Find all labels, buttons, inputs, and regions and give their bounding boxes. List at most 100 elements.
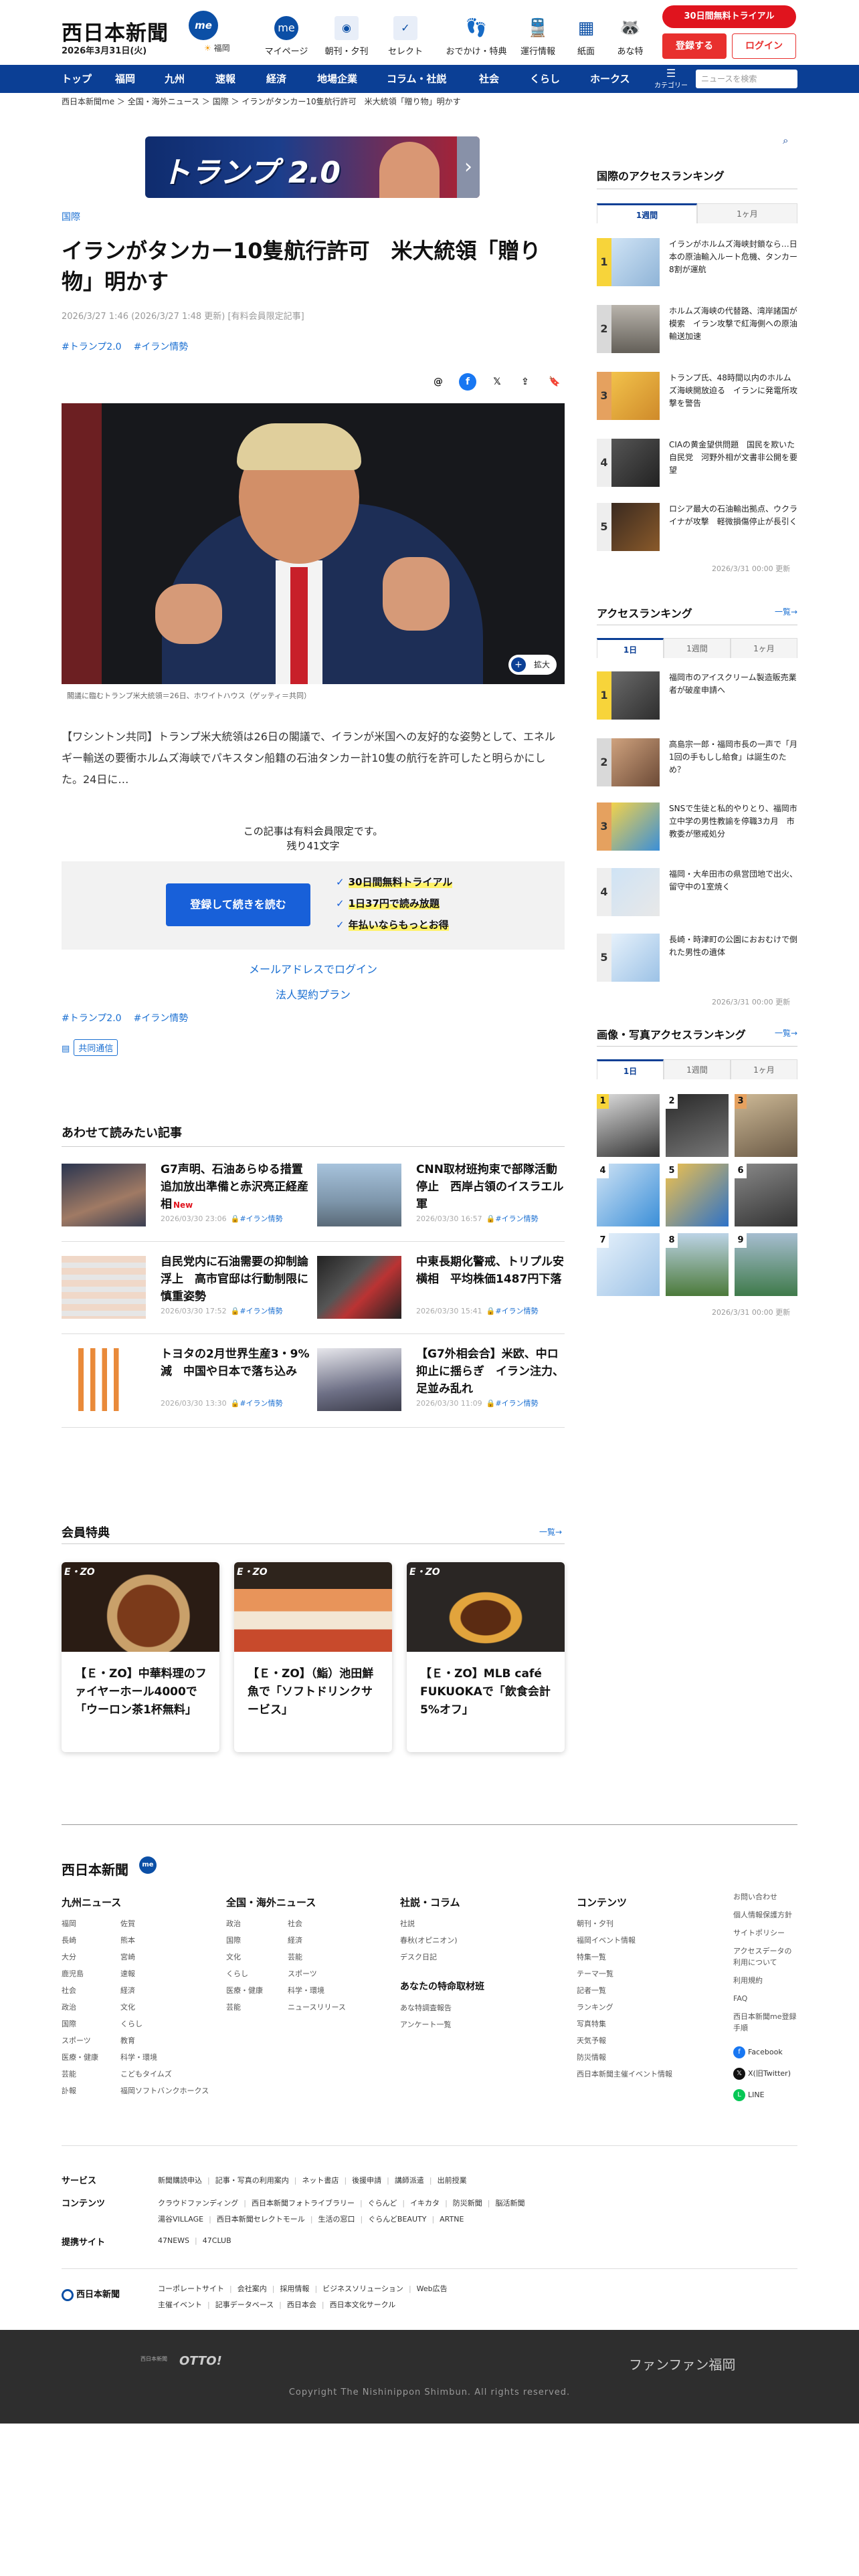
footer-link[interactable]: 講師派遣 xyxy=(395,2176,424,2185)
nav-item-breaking[interactable]: 速報 xyxy=(215,65,235,93)
footer-link[interactable]: 防災情報 xyxy=(577,2049,672,2066)
footer-link[interactable]: デスク日記 xyxy=(400,1949,458,1965)
footer-link[interactable]: 西日本会 xyxy=(287,2300,316,2309)
article-photo[interactable] xyxy=(62,403,565,684)
gallery-item[interactable]: 9 xyxy=(735,1233,797,1296)
gallery-more-link[interactable]: 一覧→ xyxy=(775,1027,797,1039)
footer-link[interactable]: スポーツ xyxy=(288,1965,346,1982)
footer-line-link[interactable]: L LINE xyxy=(733,2089,765,2101)
nav-item-kyushu[interactable]: 九州 xyxy=(165,65,185,93)
nav-item-society[interactable]: 社会 xyxy=(479,65,499,93)
footer-link[interactable]: 科学・環境 xyxy=(288,1982,346,1999)
benefit-card[interactable]: E・ZO 【Ｅ・ZO】MLB café FUKUOKAで「飲食会計5%オフ」 xyxy=(407,1562,565,1752)
footer-link[interactable]: くらし xyxy=(226,1965,263,1982)
footer-link[interactable]: イキカタ xyxy=(410,2199,440,2208)
footer-link[interactable]: Web広告 xyxy=(417,2284,448,2293)
gallery-item[interactable]: 7 xyxy=(597,1233,660,1296)
footer-link[interactable]: 社説 xyxy=(400,1915,458,1932)
nav-anatoku[interactable]: 🦝 あな特 xyxy=(603,16,657,57)
gallery-item[interactable]: 2 xyxy=(666,1094,729,1157)
email-login-link[interactable]: メールアドレスでログイン xyxy=(62,960,565,976)
tab-1week[interactable]: 1週間 xyxy=(664,1059,731,1079)
register-button[interactable]: 登録する xyxy=(662,33,727,59)
footer-link[interactable]: 速報 xyxy=(120,1965,209,1982)
access-more-link[interactable]: 一覧→ xyxy=(775,606,797,617)
funfun-logo[interactable]: ファンファン福岡 xyxy=(629,2354,735,2373)
category-menu-button[interactable]: ☰ カテゴリー xyxy=(654,68,688,90)
nav-item-life[interactable]: くらし xyxy=(530,65,560,93)
footer-link[interactable]: 脳活新聞 xyxy=(496,2199,525,2208)
footer-link[interactable]: クラウドファンディング xyxy=(158,2199,238,2208)
footer-link[interactable]: 芸能 xyxy=(288,1949,346,1965)
nav-newspaper[interactable]: ◉ 朝刊・夕刊 xyxy=(320,16,373,57)
footer-link[interactable]: 宮崎 xyxy=(120,1949,209,1965)
ranking-item[interactable]: 4 福岡・大牟田市の県営団地で出火、留守中の1室焼く xyxy=(597,868,797,926)
footer-link[interactable]: 記者一覧 xyxy=(577,1982,672,1999)
tag-link[interactable]: #イラン情勢 xyxy=(134,342,189,352)
site-logo-badge[interactable]: me xyxy=(189,11,218,40)
breadcrumb[interactable]: 西日本新聞me ＞ 全国・海外ニュース ＞ 国際 ＞ イランがタンカー10隻航行… xyxy=(62,96,461,107)
footer-link[interactable]: アクセスデータの利用について xyxy=(733,1945,797,1968)
footer-link[interactable]: 長崎 xyxy=(62,1932,98,1949)
footer-link[interactable]: サイトポリシー xyxy=(733,1927,797,1939)
tab-1day[interactable]: 1日 xyxy=(597,1059,664,1079)
search-input[interactable]: ニュースを検索 xyxy=(696,70,797,88)
tab-1week[interactable]: 1週間 xyxy=(597,203,697,223)
related-item[interactable]: 中東長期化警戒、トリプル安横相 平均株価1487円下落 2026/03/30 1… xyxy=(317,1249,567,1323)
footer-link[interactable]: ネット書店 xyxy=(302,2176,339,2185)
footer-link[interactable]: 西日本新聞セレクトモール xyxy=(217,2215,305,2224)
zoom-button[interactable]: + 拡大 xyxy=(508,655,557,675)
footer-link[interactable]: 医療・健康 xyxy=(62,2049,98,2066)
nav-item-hawks[interactable]: ホークス xyxy=(590,65,630,93)
footer-link[interactable]: 記事データベース xyxy=(215,2300,274,2309)
footer-link[interactable]: お問い合わせ xyxy=(733,1891,797,1903)
footer-link[interactable]: あな特調査報告 xyxy=(400,2000,452,2016)
gallery-item[interactable]: 6 xyxy=(735,1164,797,1226)
footer-link[interactable]: ビジネスソリューション xyxy=(322,2284,403,2293)
footer-link[interactable]: 47CLUB xyxy=(203,2236,231,2245)
footer-link[interactable]: 採用情報 xyxy=(280,2284,309,2293)
tab-1month[interactable]: 1ヶ月 xyxy=(731,1059,797,1079)
footer-link[interactable]: 個人情報保護方針 xyxy=(733,1909,797,1921)
tag-link[interactable]: #イラン情勢 xyxy=(134,1013,189,1024)
gallery-item[interactable]: 1 xyxy=(597,1094,660,1157)
footer-link[interactable]: テーマ一覧 xyxy=(577,1965,672,1982)
source-badge[interactable]: 共同通信 xyxy=(74,1039,118,1056)
footer-link[interactable]: 政治 xyxy=(226,1915,263,1932)
related-item[interactable]: CNN取材班拘束で部隊活動停止 西岸占領のイスラエル軍 2026/03/30 1… xyxy=(317,1157,567,1230)
related-item[interactable]: G7声明、石油あらゆる措置 追加放出準備と赤沢亮正経産相 New 2026/03/… xyxy=(62,1157,314,1230)
footer-col-kyushu-title[interactable]: 九州ニュース xyxy=(62,1895,121,1909)
banner-arrow-icon[interactable]: › xyxy=(457,136,480,198)
footer-col-column-title[interactable]: 社説・コラム xyxy=(400,1895,460,1909)
footer-link[interactable]: ぐらんど xyxy=(368,2199,397,2208)
footer-facebook-link[interactable]: f Facebook xyxy=(733,2046,783,2058)
footer-link[interactable]: 新聞購読申込 xyxy=(158,2176,202,2185)
footer-link[interactable]: くらし xyxy=(120,2016,209,2032)
ranking-item[interactable]: 5 ロシア最大の石油輸出拠点、ウクライナが攻撃 軽微損傷停止が長引く xyxy=(597,503,797,560)
footer-link[interactable]: アンケート一覧 xyxy=(400,2016,452,2033)
footer-link[interactable]: 生活の窓口 xyxy=(318,2215,355,2224)
trump2-banner[interactable]: トランプ 2.0 › xyxy=(145,136,480,198)
footer-link[interactable]: ARTNE xyxy=(440,2215,464,2224)
nav-mypage[interactable]: me マイページ xyxy=(260,16,313,57)
footer-link[interactable]: 利用規約 xyxy=(733,1975,797,1986)
nav-item-top[interactable]: トップ xyxy=(62,65,92,93)
article-section[interactable]: 国際 xyxy=(62,210,80,223)
footer-link[interactable]: 医療・健康 xyxy=(226,1982,263,1999)
login-button[interactable]: ログイン xyxy=(732,33,796,59)
footer-link[interactable]: 特集一覧 xyxy=(577,1949,672,1965)
nav-train[interactable]: 🚆 運行情報 xyxy=(511,16,565,57)
footer-link[interactable]: 社会 xyxy=(62,1982,98,1999)
ranking-item[interactable]: 2 高島宗一郎・福岡市長の一声で「月1回の手もしし給食」は誕生のため？ xyxy=(597,738,797,796)
footer-link[interactable]: ぐらんどBEAUTY xyxy=(368,2215,426,2224)
gallery-item[interactable]: 3 xyxy=(735,1094,797,1157)
related-item[interactable]: トヨタの2月世界生産3・9%減 中国や日本で落ち込み 2026/03/30 13… xyxy=(62,1341,312,1415)
nav-item-local-business[interactable]: 地場企業 xyxy=(317,65,357,93)
footer-link[interactable]: 西日本新聞me登録手順 xyxy=(733,2011,797,2034)
footer-anatoku-title[interactable]: あなたの特命取材班 xyxy=(400,1979,484,1993)
footer-link[interactable]: 経済 xyxy=(288,1932,346,1949)
otto-logo[interactable]: OTTO! xyxy=(179,2354,222,2368)
footer-logo[interactable]: 西日本新聞 xyxy=(62,1859,128,1879)
footer-link[interactable]: 科学・環境 xyxy=(120,2049,209,2066)
footer-link[interactable]: 芸能 xyxy=(226,1999,263,2016)
